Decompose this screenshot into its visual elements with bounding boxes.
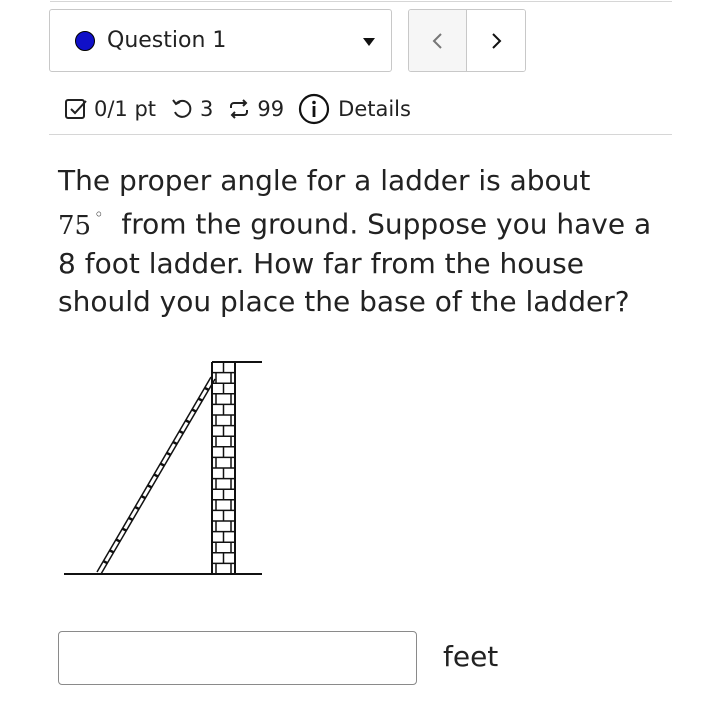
details-label: Details <box>338 97 411 121</box>
answer-unit-label: feet <box>443 640 499 673</box>
points-text: 0/1 pt <box>94 97 157 121</box>
info-icon <box>299 93 330 125</box>
question-text-after: from the ground. Suppose you have a 8 fo… <box>58 207 652 318</box>
ladder-rung <box>109 549 115 554</box>
degree-symbol: ◦ <box>94 205 104 224</box>
question-status-dot <box>75 31 95 51</box>
attempts-text: 3 <box>200 97 214 121</box>
ladder-rung <box>140 495 146 500</box>
question-nav <box>408 9 526 72</box>
chevron-left-icon <box>432 32 442 49</box>
top-divider <box>50 1 672 2</box>
question-text-before: The proper angle for a ladder is about <box>58 164 591 197</box>
ladder-rung <box>153 473 159 478</box>
meta-divider <box>49 134 672 135</box>
retry-icon <box>172 99 192 118</box>
ladder-rung <box>166 451 172 456</box>
ladder-rung <box>191 408 197 413</box>
points-info: 0/1 pt <box>64 97 156 121</box>
answer-input[interactable] <box>58 631 417 685</box>
ladder-rung <box>102 560 108 565</box>
ladder-rung <box>134 505 140 511</box>
previous-question-button[interactable] <box>409 10 467 71</box>
ladder-rung <box>204 386 210 391</box>
caret-down-icon <box>363 38 375 46</box>
angle-value: 75 <box>58 210 92 241</box>
ladder-rung <box>115 538 121 543</box>
question-selector[interactable]: Question 1 <box>49 9 392 72</box>
ladder-rung <box>172 440 178 446</box>
versions-text: 99 <box>257 97 285 121</box>
ladder-rung <box>121 527 127 532</box>
question-selector-label: Question 1 <box>107 28 227 53</box>
ladder <box>96 376 216 575</box>
chevron-right-icon <box>492 32 502 49</box>
versions-info: 99 <box>227 97 284 121</box>
ladder-rung <box>185 419 191 424</box>
checkbox-icon <box>65 99 87 119</box>
details-toggle[interactable]: Details <box>298 93 411 125</box>
brick-wall <box>211 361 236 575</box>
next-question-button[interactable] <box>466 10 525 71</box>
ladder-rung <box>128 516 134 521</box>
ladder-rung <box>147 484 153 489</box>
ladder-rung <box>197 397 203 402</box>
ladder-rung <box>178 430 184 435</box>
angle-value-math: 75 ◦ <box>58 205 104 241</box>
attempts-info: 3 <box>170 97 213 121</box>
repeat-icon <box>230 99 249 119</box>
question-text: The proper angle for a ladder is about 75… <box>58 162 668 321</box>
ladder-house-diagram <box>64 361 262 575</box>
question-meta: 0/1 pt 3 99 Details <box>64 89 425 129</box>
ladder-rung <box>159 462 165 467</box>
